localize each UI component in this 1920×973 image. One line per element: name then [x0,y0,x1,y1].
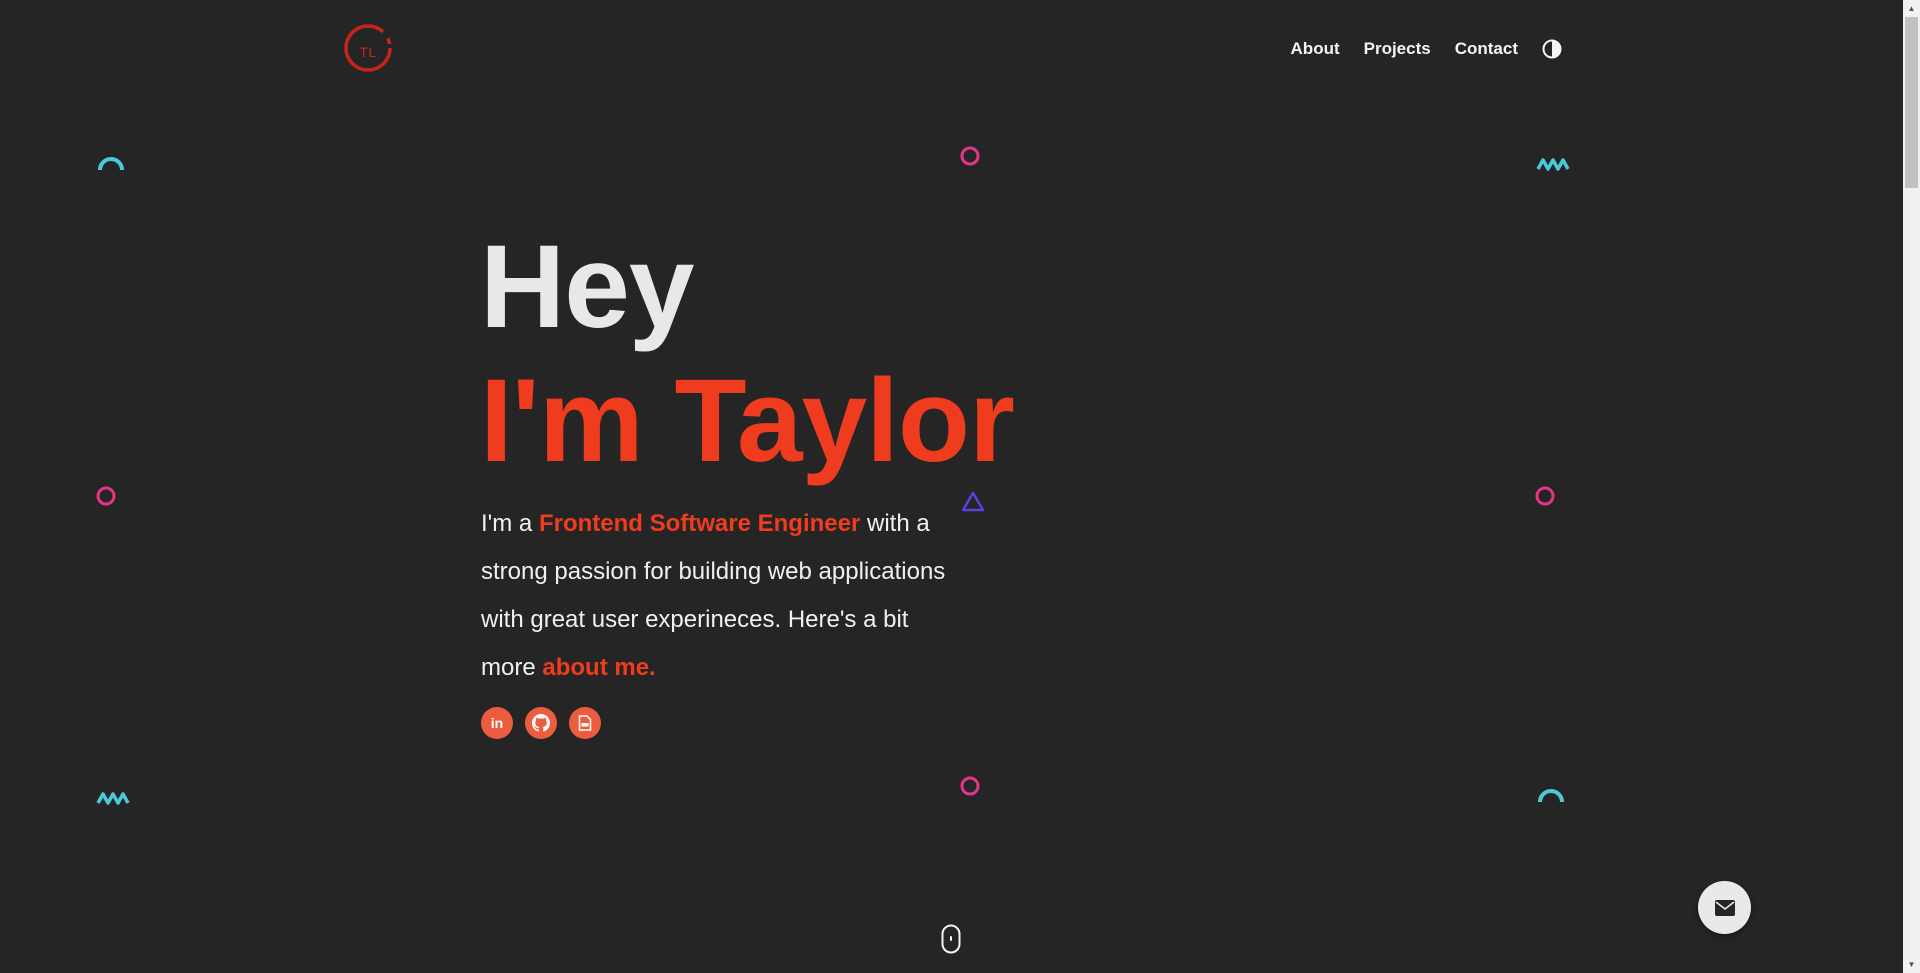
scroll-up-arrow-icon[interactable]: ▲ [1903,0,1920,17]
main-nav: About Projects Contact [1267,39,1562,59]
nav-about[interactable]: About [1291,39,1340,59]
logo-text: TL [359,44,377,60]
cyan-zigzag-icon [96,792,130,805]
scrollbar-thumb[interactable] [1905,17,1918,188]
social-links: in [481,707,613,739]
page: TL About Projects Contact Hey I'm Taylor [0,0,1920,973]
purple-triangle-icon [961,491,985,512]
about-me-link[interactable]: about me. [542,654,655,681]
contact-mail-button[interactable] [1698,881,1751,934]
github-icon [532,714,550,732]
desc-prefix: I'm a [481,510,539,537]
linkedin-icon: in [490,715,504,731]
mouse-scroll-icon[interactable] [941,924,961,954]
pink-ring-icon [96,486,116,506]
pink-ring-icon [960,146,980,166]
hero-name: I'm Taylor [480,355,1015,487]
nav-contact[interactable]: Contact [1455,39,1518,59]
nav-projects[interactable]: Projects [1364,39,1431,59]
resume-pdf-button[interactable] [569,707,601,739]
logo[interactable]: TL [342,22,394,74]
pdf-resume-icon [578,715,592,731]
linkedin-button[interactable]: in [481,707,513,739]
pink-ring-icon [960,776,980,796]
cyan-arc-icon [98,157,124,171]
cyan-zigzag-icon [1536,158,1570,171]
github-button[interactable] [525,707,557,739]
hero-greeting: Hey [480,221,694,353]
pink-ring-icon [1535,486,1555,506]
cyan-arc-icon [1538,789,1564,803]
hero-description: I'm a Frontend Software Engineer with a … [481,500,951,692]
theme-toggle-icon[interactable] [1542,39,1562,59]
envelope-icon [1714,899,1735,916]
page-scrollbar[interactable]: ▲ ▼ [1903,0,1920,973]
desc-role: Frontend Software Engineer [538,510,861,537]
scroll-down-arrow-icon[interactable]: ▼ [1903,956,1920,973]
